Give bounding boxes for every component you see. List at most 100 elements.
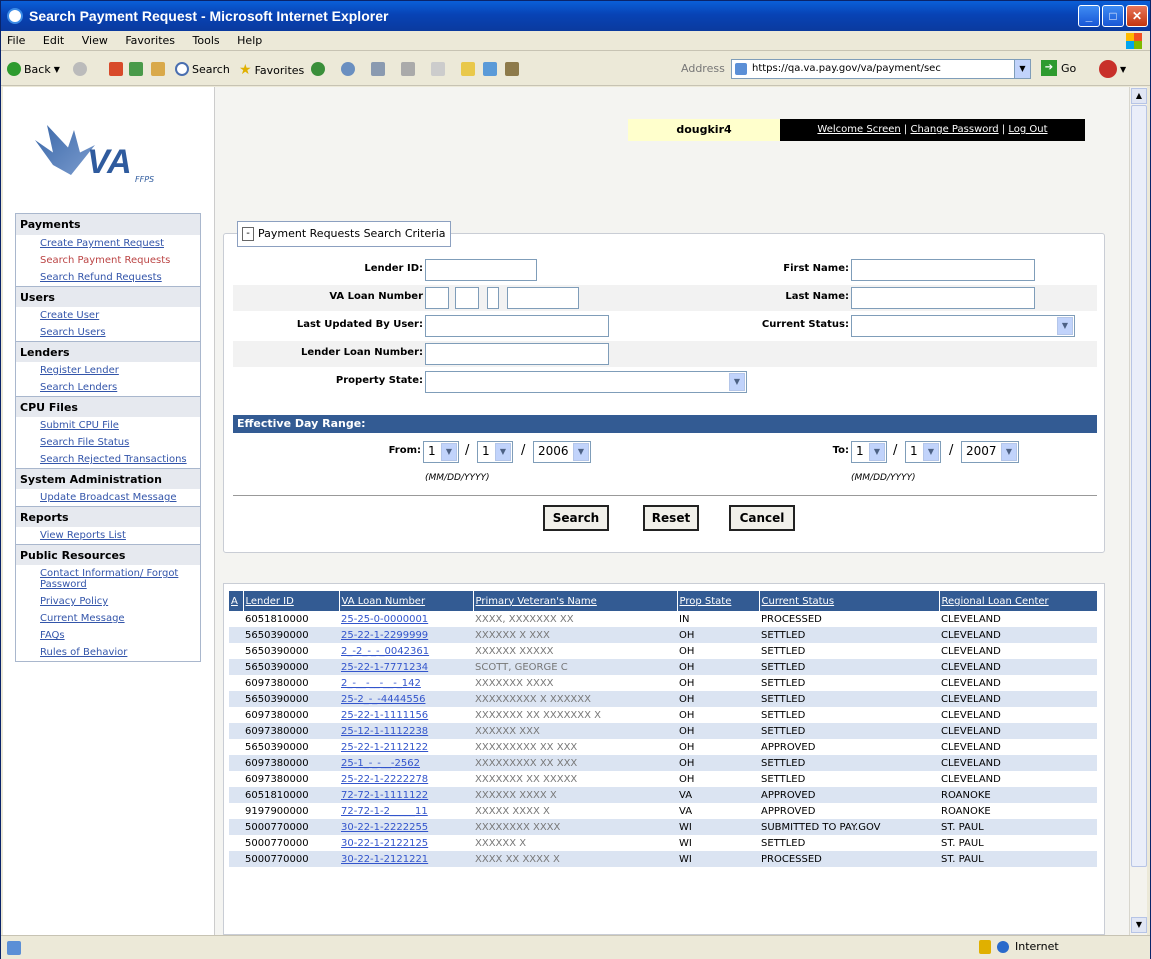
va-loan-number-part2[interactable]: [455, 287, 479, 309]
from-year-select[interactable]: 2006 ▼: [533, 441, 591, 463]
logout-link[interactable]: Log Out: [1008, 124, 1047, 135]
property-state-select[interactable]: ▼: [425, 371, 747, 393]
column-header[interactable]: Lender ID: [243, 591, 340, 611]
va-loan-number-link[interactable]: 25-22-1-7771234: [339, 659, 473, 675]
back-button[interactable]: Back ▼: [7, 62, 60, 76]
maximize-button[interactable]: □: [1102, 5, 1124, 27]
va-loan-number-part3[interactable]: [487, 287, 499, 309]
sidebar-item[interactable]: Search File Status: [16, 434, 200, 451]
from-month-select[interactable]: 1 ▼: [423, 441, 459, 463]
mail-button[interactable]: [371, 62, 385, 76]
sidebar-item[interactable]: Contact Information/ Forgot Password: [16, 565, 200, 593]
lender-id-input[interactable]: [425, 259, 537, 281]
sidebar-item[interactable]: Privacy Policy: [16, 593, 200, 610]
va-loan-number-link[interactable]: 2_-2_-_-_0042361: [339, 643, 473, 659]
from-day-select[interactable]: 1 ▼: [477, 441, 513, 463]
menu-view[interactable]: View: [82, 34, 108, 47]
minimize-button[interactable]: _: [1078, 5, 1100, 27]
scroll-thumb[interactable]: [1131, 105, 1147, 867]
table-cell: OH: [679, 677, 695, 689]
edit-button[interactable]: [431, 62, 445, 76]
reset-button[interactable]: Reset: [643, 505, 699, 531]
favorites-button[interactable]: ★ Favorites: [239, 62, 304, 78]
va-loan-number-link[interactable]: 25-2_-_-4444556: [339, 691, 473, 707]
va-loan-number-link[interactable]: 25-1_-_-__-2562: [339, 755, 473, 771]
history-button[interactable]: [341, 62, 355, 76]
va-loan-number-part4[interactable]: [507, 287, 579, 309]
change-password-link[interactable]: Change Password: [910, 124, 998, 135]
search-button[interactable]: Search: [543, 505, 609, 531]
menu-file[interactable]: File: [7, 34, 25, 47]
va-loan-number-link[interactable]: 25-25-0-0000001: [339, 611, 473, 627]
sidebar-item[interactable]: Register Lender: [16, 362, 200, 379]
sidebar-item[interactable]: View Reports List: [16, 527, 200, 544]
lender-loan-number-input[interactable]: [425, 343, 609, 365]
sidebar-item[interactable]: Update Broadcast Message: [16, 489, 200, 506]
messenger-button[interactable]: [483, 62, 497, 76]
media-button[interactable]: [311, 62, 325, 76]
sidebar-item[interactable]: Rules of Behavior: [16, 644, 200, 661]
sidebar-item[interactable]: Search Lenders: [16, 379, 200, 396]
welcome-screen-link[interactable]: Welcome Screen: [817, 124, 900, 135]
scroll-down-icon[interactable]: ▼: [1131, 917, 1147, 933]
vertical-scrollbar[interactable]: ▲ ▼: [1129, 87, 1147, 935]
scroll-up-icon[interactable]: ▲: [1131, 88, 1147, 104]
table-cell: OH: [679, 709, 695, 721]
go-button[interactable]: ➔ Go: [1041, 60, 1076, 76]
va-loan-number-link[interactable]: 30-22-1-2121221: [339, 851, 473, 867]
sidebar-item[interactable]: FAQs: [16, 627, 200, 644]
sidebar-item[interactable]: Search Refund Requests: [16, 269, 200, 286]
address-input[interactable]: https://qa.va.pay.gov/va/payment/sec: [752, 63, 941, 74]
sidebar-item[interactable]: Search Payment Requests: [16, 252, 200, 269]
sidebar-item[interactable]: Submit CPU File: [16, 417, 200, 434]
column-header[interactable]: Prop State: [677, 591, 760, 611]
last-name-input[interactable]: [851, 287, 1035, 309]
sidebar-item[interactable]: Create Payment Request: [16, 235, 200, 252]
column-header[interactable]: A: [229, 591, 244, 611]
current-status-select[interactable]: ▼: [851, 315, 1075, 337]
column-header[interactable]: VA Loan Number: [339, 591, 474, 611]
research-button[interactable]: [505, 62, 519, 76]
refresh-button[interactable]: [129, 62, 143, 76]
va-loan-number-link[interactable]: 25-22-1-2299999: [339, 627, 473, 643]
acrobat-button[interactable]: ▼: [1099, 60, 1126, 78]
print-button[interactable]: [401, 62, 415, 76]
folder-button[interactable]: [461, 62, 475, 76]
va-loan-number-link[interactable]: 25-12-1-1112238: [339, 723, 473, 739]
column-header[interactable]: Primary Veteran's Name: [473, 591, 678, 611]
to-year-select[interactable]: 2007 ▼: [961, 441, 1019, 463]
va-loan-number-part1[interactable]: [425, 287, 449, 309]
search-button[interactable]: Search: [175, 62, 230, 76]
cancel-button[interactable]: Cancel: [729, 505, 795, 531]
forward-button[interactable]: [73, 62, 87, 76]
to-month-select[interactable]: 1 ▼: [851, 441, 887, 463]
va-loan-number-link[interactable]: 25-22-1-2222278: [339, 771, 473, 787]
last-updated-input[interactable]: [425, 315, 609, 337]
stop-button[interactable]: [109, 62, 123, 76]
va-loan-number-link[interactable]: 2_-__-__-__-_142: [339, 675, 473, 691]
va-loan-number-link[interactable]: 30-22-1-2122125: [339, 835, 473, 851]
sidebar-item[interactable]: Search Rejected Transactions: [16, 451, 200, 468]
first-name-input[interactable]: [851, 259, 1035, 281]
va-loan-number-link[interactable]: 72-72-1-2_____11: [339, 803, 473, 819]
close-button[interactable]: ✕: [1126, 5, 1148, 27]
menu-edit[interactable]: Edit: [43, 34, 64, 47]
va-loan-number-link[interactable]: 25-22-1-2112122: [339, 739, 473, 755]
address-bar[interactable]: https://qa.va.pay.gov/va/payment/sec ▼: [731, 59, 1031, 79]
column-header[interactable]: Current Status: [759, 591, 940, 611]
sidebar-item[interactable]: Create User: [16, 307, 200, 324]
table-row: 5000770000 30-22-1-2122125 XXXXXX X WI SETTL…: [229, 835, 1097, 851]
column-header[interactable]: Regional Loan Center: [939, 591, 1098, 611]
home-button[interactable]: [151, 62, 165, 76]
address-dropdown-icon[interactable]: ▼: [1014, 60, 1030, 78]
sidebar-item[interactable]: Current Message: [16, 610, 200, 627]
menu-help[interactable]: Help: [237, 34, 262, 47]
to-day-select[interactable]: 1 ▼: [905, 441, 941, 463]
sidebar-item[interactable]: Search Users: [16, 324, 200, 341]
menu-tools[interactable]: Tools: [193, 34, 220, 47]
menu-favorites[interactable]: Favorites: [125, 34, 175, 47]
va-loan-number-link[interactable]: 30-22-1-2222255: [339, 819, 473, 835]
va-loan-number-link[interactable]: 25-22-1-1111156: [339, 707, 473, 723]
collapse-icon[interactable]: -: [242, 227, 254, 241]
va-loan-number-link[interactable]: 72-72-1-1111122: [339, 787, 473, 803]
